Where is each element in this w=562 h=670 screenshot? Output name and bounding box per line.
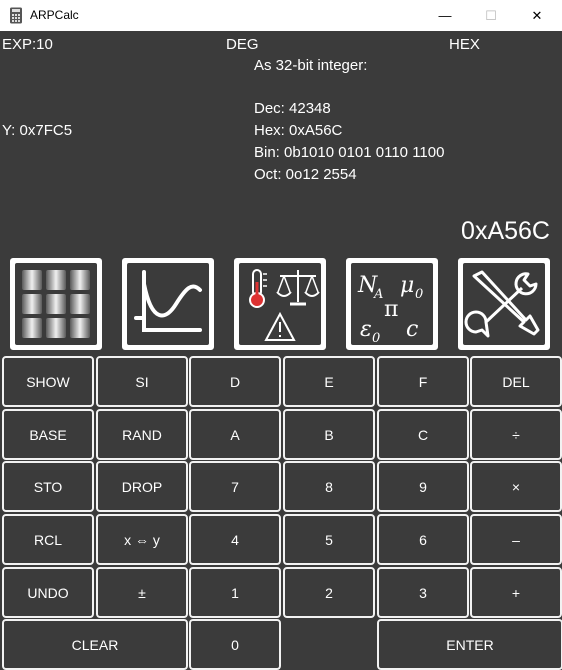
svg-text:c: c	[406, 317, 418, 342]
key-8[interactable]: 8	[283, 461, 375, 512]
keypad-icon	[22, 270, 90, 338]
key-5[interactable]: 5	[283, 514, 375, 565]
key-minus[interactable]: –	[470, 514, 562, 565]
key-clear[interactable]: CLEAR	[2, 619, 188, 670]
key-0[interactable]: 0	[189, 619, 281, 670]
graph-icon	[134, 270, 202, 332]
key-7[interactable]: 7	[189, 461, 281, 512]
settings-tools-icon	[464, 270, 540, 338]
function-toolbar: N A μ 0 π ε 0 c	[0, 253, 562, 353]
title-bar: ARPCalc — ☐ ✕	[0, 0, 562, 31]
key-9[interactable]: 9	[377, 461, 469, 512]
binary-value: Bin: 0b1010 0101 0110 1100	[254, 144, 445, 161]
number-base-status: HEX	[449, 36, 480, 53]
exponent-status: EXP:10	[2, 36, 53, 53]
angle-mode-status: DEG	[226, 36, 259, 53]
key-divide[interactable]: ÷	[470, 409, 562, 460]
key-base[interactable]: BASE	[2, 409, 94, 460]
key-plus[interactable]: +	[470, 567, 562, 618]
svg-text:μ: μ	[400, 273, 414, 298]
key-f[interactable]: F	[377, 356, 469, 407]
key-1[interactable]: 1	[189, 567, 281, 618]
key-swap[interactable]: x ⇔ y	[96, 514, 188, 565]
constants-icon: N A μ 0 π ε 0 c	[357, 273, 423, 344]
decimal-value: Dec: 42348	[254, 100, 331, 117]
keypad-button[interactable]	[10, 258, 102, 350]
key-show[interactable]: SHOW	[2, 356, 94, 407]
key-2[interactable]: 2	[283, 567, 375, 618]
key-4[interactable]: 4	[189, 514, 281, 565]
key-sto[interactable]: STO	[2, 461, 94, 512]
key-enter[interactable]: ENTER	[377, 619, 562, 670]
calculator-app-icon	[10, 7, 22, 24]
key-d[interactable]: D	[189, 356, 281, 407]
graph-button[interactable]	[122, 258, 214, 350]
svg-text:ε: ε	[360, 317, 372, 342]
stack-x-register: 0xA56C	[461, 217, 550, 245]
hex-value: Hex: 0xA56C	[254, 122, 343, 139]
svg-text:π: π	[384, 297, 398, 322]
calculator-display: EXP:10 DEG HEX As 32-bit integer: Dec: 4…	[0, 31, 562, 253]
stack-y-register: Y: 0x7FC5	[2, 122, 73, 139]
constants-button[interactable]: N A μ 0 π ε 0 c	[346, 258, 438, 350]
close-button[interactable]: ✕	[514, 0, 560, 31]
key-e[interactable]: E	[283, 356, 375, 407]
settings-button[interactable]	[458, 258, 550, 350]
key-plusminus[interactable]: ±	[96, 567, 188, 618]
units-conversion-icon	[249, 269, 320, 341]
key-3[interactable]: 3	[377, 567, 469, 618]
key-rcl[interactable]: RCL	[2, 514, 94, 565]
key-drop[interactable]: DROP	[96, 461, 188, 512]
svg-text:A: A	[373, 287, 383, 302]
minimize-button[interactable]: —	[422, 0, 468, 31]
key-multiply[interactable]: ×	[470, 461, 562, 512]
key-6[interactable]: 6	[377, 514, 469, 565]
svg-text:0: 0	[415, 287, 423, 302]
units-button[interactable]	[234, 258, 326, 350]
key-si[interactable]: SI	[96, 356, 188, 407]
integer-info-heading: As 32-bit integer:	[254, 57, 368, 74]
keypad: SHOW SI D E F DEL BASE RAND A B C ÷ STO …	[0, 353, 562, 670]
key-a[interactable]: A	[189, 409, 281, 460]
key-b[interactable]: B	[283, 409, 375, 460]
maximize-button[interactable]: ☐	[468, 0, 514, 31]
svg-text:0: 0	[372, 331, 380, 344]
octal-value: Oct: 0o12 2554	[254, 166, 357, 183]
key-c[interactable]: C	[377, 409, 469, 460]
key-rand[interactable]: RAND	[96, 409, 188, 460]
key-undo[interactable]: UNDO	[2, 567, 94, 618]
key-del[interactable]: DEL	[470, 356, 562, 407]
window-title: ARPCalc	[30, 8, 79, 22]
